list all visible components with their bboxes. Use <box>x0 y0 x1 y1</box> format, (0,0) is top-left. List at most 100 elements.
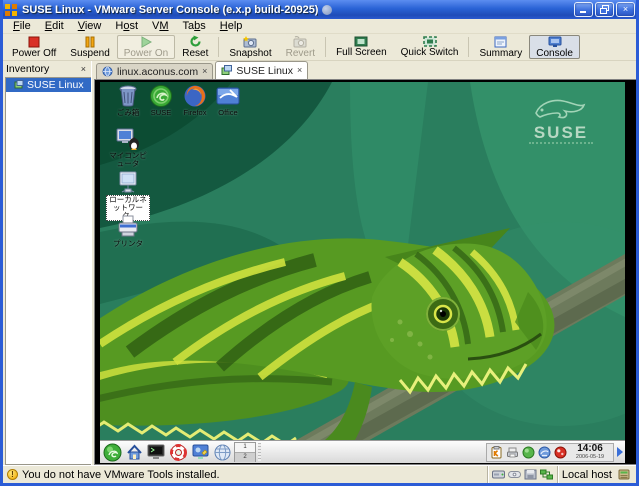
clock-date: 2006-05-19 <box>570 454 610 460</box>
suse-updater-icon[interactable] <box>522 446 535 459</box>
taskbar-handle <box>258 443 261 461</box>
desktop-pager[interactable]: 1 2 <box>234 442 256 462</box>
klipper-icon[interactable] <box>490 446 503 459</box>
terminal-button[interactable] <box>146 442 166 462</box>
printer-icon <box>116 215 140 239</box>
summary-icon <box>494 36 507 48</box>
menu-vm[interactable]: VM <box>145 19 176 34</box>
vm-icon <box>221 65 232 76</box>
host-label: Local host <box>562 469 612 481</box>
tab-linux-aconus-com[interactable]: linux.aconus.com × <box>96 63 213 79</box>
menu-tabs[interactable]: Tabs <box>176 19 213 34</box>
vm-desktop[interactable]: SUSE ごみ箱 SUSE <box>100 82 625 440</box>
toolbar-separator <box>325 37 326 57</box>
power-on-button: Power On <box>117 35 175 59</box>
console-column: linux.aconus.com × SUSE Linux × <box>94 61 636 465</box>
inventory-header: Inventory × <box>3 61 91 77</box>
desktop-settings-button[interactable] <box>190 442 210 462</box>
quick-switch-icon <box>423 36 437 47</box>
home-icon <box>126 444 143 461</box>
device-indicators <box>487 466 557 483</box>
vm-guest-screen[interactable]: SUSE ごみ箱 SUSE <box>100 82 625 463</box>
vmware-app-icon <box>4 3 18 17</box>
terminal-icon <box>147 444 165 460</box>
toolbar-separator <box>468 37 469 57</box>
vm-icon <box>14 80 24 90</box>
tab-close-icon[interactable]: × <box>297 66 302 75</box>
inventory-close-icon[interactable]: × <box>79 65 88 74</box>
summary-button[interactable]: Summary <box>472 35 529 59</box>
office-icon <box>216 84 240 108</box>
tab-bar: linux.aconus.com × SUSE Linux × <box>94 61 636 79</box>
menu-view[interactable]: View <box>71 19 109 34</box>
kmenu-button[interactable] <box>102 442 122 462</box>
menu-bar: File Edit View Host VM Tabs Help <box>3 19 636 34</box>
quick-switch-button[interactable]: Quick Switch <box>394 35 466 59</box>
print-manager-icon[interactable] <box>506 446 519 459</box>
suse-icon <box>149 84 173 108</box>
host-indicator: Local host <box>557 466 634 483</box>
title-bar[interactable]: SUSE Linux - VMware Server Console (e.x.… <box>0 0 639 19</box>
desktop-icon-local-network[interactable]: ローカルネットワーク.. <box>106 170 150 221</box>
status-message: You do not have VMware Tools installed. <box>22 469 220 481</box>
inventory-item-suse-linux[interactable]: SUSE Linux <box>6 78 91 92</box>
desktop-icon-office[interactable]: Office <box>206 84 250 117</box>
status-bar: ! You do not have VMware Tools installed… <box>3 465 636 483</box>
revert-button: Revert <box>279 35 322 59</box>
tab-suse-linux[interactable]: SUSE Linux × <box>215 61 308 79</box>
vm-console-area[interactable]: SUSE ごみ箱 SUSE <box>94 79 636 465</box>
menu-help[interactable]: Help <box>213 19 250 34</box>
panel-hide-arrow[interactable] <box>617 447 623 457</box>
cursor-grab-icon <box>322 5 332 15</box>
snapshot-button[interactable]: Snapshot <box>222 35 278 59</box>
local-network-icon <box>116 170 140 194</box>
cdrom-icon[interactable] <box>508 469 521 480</box>
console-button[interactable]: Console <box>529 35 580 59</box>
network-tray-icon[interactable] <box>538 446 551 459</box>
desktop-settings-icon <box>192 444 209 460</box>
power-off-icon <box>28 36 40 48</box>
restore-button[interactable] <box>595 2 614 17</box>
toolbar: Power Off Suspend Power On Reset Snapsho… <box>3 34 636 61</box>
menu-host[interactable]: Host <box>108 19 145 34</box>
desktop-icon-printer[interactable]: プリンタ <box>106 215 150 248</box>
vmware-server-console-window: SUSE Linux - VMware Server Console (e.x.… <box>0 0 639 486</box>
suse-logo-tagline <box>529 142 593 144</box>
full-screen-button[interactable]: Full Screen <box>329 35 394 59</box>
local-host-icon <box>618 469 630 480</box>
ethernet-icon[interactable] <box>540 469 553 480</box>
my-computer-icon <box>116 127 140 151</box>
pager-desktop-1[interactable]: 1 <box>235 443 255 453</box>
minimize-button[interactable] <box>574 2 593 17</box>
close-button[interactable]: × <box>616 2 635 17</box>
konqueror-button[interactable] <box>212 442 232 462</box>
help-button[interactable] <box>168 442 188 462</box>
menu-edit[interactable]: Edit <box>38 19 71 34</box>
susewatcher-icon[interactable] <box>554 446 567 459</box>
suse-logo-text: SUSE <box>513 125 609 140</box>
tab-close-icon[interactable]: × <box>202 67 207 76</box>
reset-icon <box>189 35 202 48</box>
host-icon <box>102 66 113 77</box>
snapshot-icon <box>243 36 257 48</box>
suse-menu-icon <box>103 443 122 462</box>
pager-desktop-2[interactable]: 2 <box>235 453 255 462</box>
status-right: Local host <box>487 466 634 483</box>
harddisk-icon[interactable] <box>492 469 505 480</box>
home-button[interactable] <box>124 442 144 462</box>
reset-button[interactable]: Reset <box>175 35 215 59</box>
power-off-button[interactable]: Power Off <box>5 35 63 59</box>
menu-file[interactable]: File <box>6 19 38 34</box>
suspend-button[interactable]: Suspend <box>63 35 116 59</box>
desktop-icon-my-computer[interactable]: マイコンピュータ <box>106 127 150 168</box>
taskbar-clock[interactable]: 14:06 2006-05-19 <box>570 444 610 460</box>
revert-icon <box>293 36 307 48</box>
floppy-icon[interactable] <box>524 469 537 480</box>
main-area: Inventory × SUSE Linux linux.aconus.com … <box>3 61 636 465</box>
globe-icon <box>214 444 231 461</box>
window-title: SUSE Linux - VMware Server Console (e.x.… <box>22 4 318 16</box>
trash-icon <box>116 84 140 108</box>
firefox-icon <box>183 84 207 108</box>
system-tray: 14:06 2006-05-19 <box>486 443 614 462</box>
vm-taskbar[interactable]: 1 2 14:06 2006-05-19 <box>100 440 625 463</box>
